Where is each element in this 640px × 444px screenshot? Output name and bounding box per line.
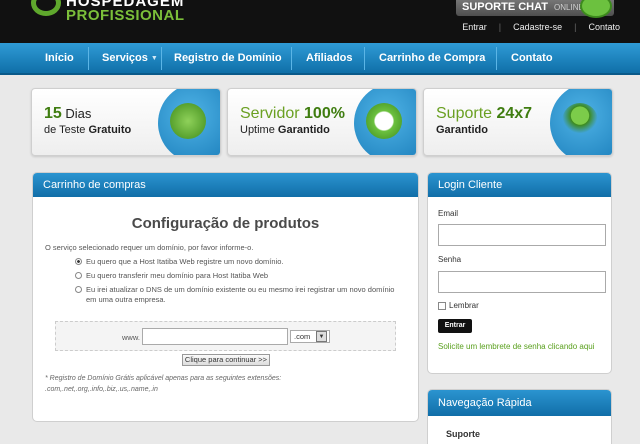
promo-headline: Servidor 100% [240, 105, 345, 123]
promo-number: 100% [304, 105, 345, 122]
quick-nav-header: Navegação Rápida [428, 390, 611, 416]
password-field[interactable] [438, 271, 606, 293]
cart-panel-header: Carrinho de compras [33, 173, 418, 197]
promo-text: Servidor [240, 105, 305, 122]
promo-text: Suporte [436, 105, 497, 122]
promo-subline: Garantido [436, 124, 488, 136]
footnote-line: * Registro de Domínio Grátis aplicável a… [45, 375, 282, 382]
support-chat-label: SUPORTE CHAT [462, 1, 548, 13]
email-field[interactable] [438, 224, 606, 246]
promo-subline-bold: Garantido [436, 124, 488, 136]
promo-headline: 15 Dias [44, 105, 91, 123]
logo-icon [31, 0, 61, 16]
nav-item-label: Contato [511, 52, 553, 64]
email-label: Email [438, 209, 459, 218]
nav-divider [88, 47, 89, 70]
promo-text: Dias [61, 106, 92, 121]
promo-subline: Uptime Garantido [240, 124, 330, 136]
nav-item-servicos[interactable]: Serviços ▼ [102, 43, 158, 73]
radio-button[interactable] [75, 272, 82, 279]
login-button[interactable]: Entrar [438, 319, 472, 333]
nav-item-carrinho[interactable]: Carrinho de Compra [379, 43, 485, 73]
contact-link[interactable]: Contato [576, 22, 632, 32]
promo-uptime[interactable]: Servidor 100% Uptime Garantido [227, 88, 417, 156]
promo-support[interactable]: Suporte 24x7 Garantido [423, 88, 613, 156]
password-reminder-link[interactable]: Solicite um lembrete de senha clicando a… [438, 341, 603, 352]
promo-subline-text: Uptime [240, 124, 278, 136]
nav-divider [496, 47, 497, 70]
remember-checkbox[interactable] [438, 302, 446, 310]
clock-icon [366, 103, 402, 139]
domain-input[interactable] [142, 328, 288, 345]
nav-divider [161, 47, 162, 70]
money-bag-icon [170, 103, 206, 139]
option-register-domain[interactable]: Eu quero que a Host Itatiba Web registre… [75, 257, 283, 266]
nav-item-label: Serviços [102, 52, 148, 64]
remember-label: Lembrar [449, 301, 479, 310]
option-label: Eu quero que a Host Itatiba Web registre… [86, 257, 284, 266]
option-label: Eu irei atualizar o DNS de um domínio ex… [86, 285, 395, 304]
option-own-dns[interactable]: Eu irei atualizar o DNS de um domínio ex… [75, 285, 395, 305]
nav-item-contato[interactable]: Contato [511, 43, 553, 73]
domain-notice: O serviço selecionado requer um domínio,… [45, 243, 254, 252]
chevron-down-icon[interactable]: ▼ [316, 331, 327, 342]
nav-item-label: Afiliados [306, 52, 353, 64]
promo-subline-bold: Gratuito [88, 124, 132, 136]
nav-item-afiliados[interactable]: Afiliados [306, 43, 352, 73]
option-transfer-domain[interactable]: Eu quero transferir meu domínio para Hos… [75, 271, 268, 280]
promo-subline: de Teste Gratuito [44, 124, 131, 136]
password-label: Senha [438, 255, 462, 264]
nav-divider [364, 47, 365, 70]
promo-headline: Suporte 24x7 [436, 105, 532, 123]
nav-item-label: Início [45, 52, 74, 64]
register-link[interactable]: Cadastre-se [501, 22, 574, 32]
radio-button[interactable] [75, 258, 82, 265]
login-panel: Login Cliente Email Senha Lembrar Entrar… [427, 172, 612, 374]
main-nav: Início Serviços ▼ Registro de Domínio Afi… [0, 43, 640, 75]
page-title: Configuração de produtos [131, 215, 320, 232]
nav-item-label: Carrinho de Compra [379, 52, 486, 64]
nav-item-inicio[interactable]: Início [45, 43, 74, 73]
chevron-down-icon: ▼ [150, 55, 158, 62]
login-link[interactable]: Entrar [450, 22, 499, 32]
logo-line2: PROFISSIONAL [66, 7, 185, 24]
www-label: www. [122, 333, 140, 342]
option-label: Eu quero transferir meu domínio para Hos… [86, 271, 269, 280]
nav-item-label: Registro de Domínio [174, 52, 282, 64]
quick-nav-item-suporte[interactable]: Suporte [446, 429, 480, 439]
nav-item-registro-dominio[interactable]: Registro de Domínio [174, 43, 282, 73]
quick-nav-panel: Navegação Rápida Suporte [427, 389, 612, 444]
top-header: HOSPEDAGEM PROFISSIONAL SUPORTE CHAT ONL… [0, 0, 640, 43]
promo-subline-bold: Garantido [277, 124, 330, 136]
nav-divider [291, 47, 292, 70]
radio-button[interactable] [75, 286, 82, 293]
login-panel-header: Login Cliente [428, 173, 611, 197]
footnote-extensions: .com,.net,.org,.info,.biz,.us,.name,.in [45, 386, 158, 393]
cart-panel: Carrinho de compras Configuração de prod… [32, 172, 419, 422]
promo-number: 24x7 [496, 105, 533, 122]
continue-button[interactable]: Clique para continuar >> [182, 354, 270, 366]
promo-free-trial[interactable]: 15 Dias de Teste Gratuito [31, 88, 221, 156]
user-support-icon [562, 103, 598, 139]
promo-number: 15 [44, 105, 62, 122]
promo-subline-text: de Teste [44, 124, 89, 136]
free-domain-footnote: * Registro de Domínio Grátis aplicável a… [45, 373, 281, 395]
top-links: Entrar | Cadastre-se | Contato [450, 22, 632, 32]
